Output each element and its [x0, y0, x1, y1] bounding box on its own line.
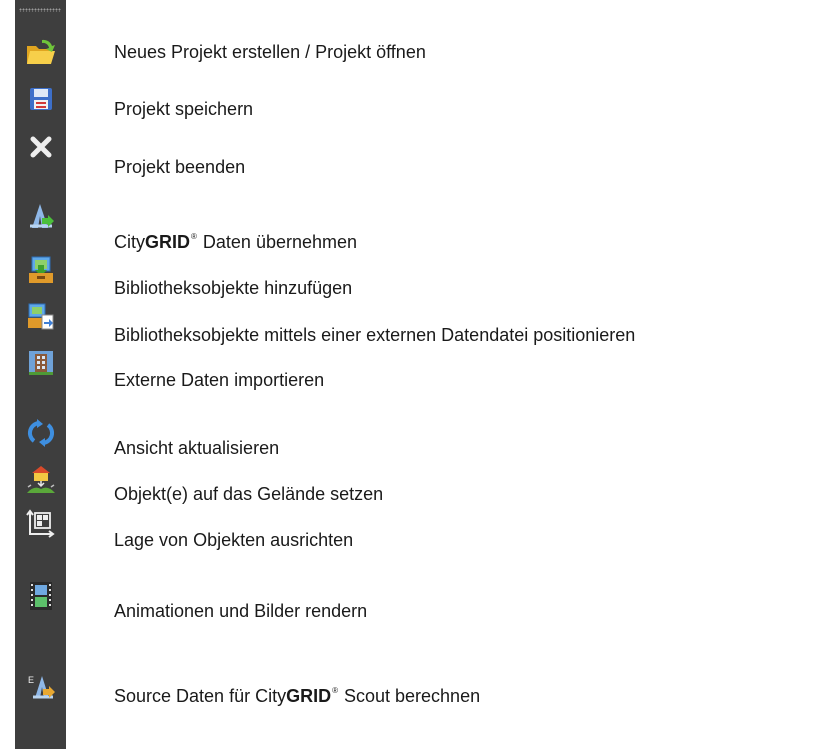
align-objects-label: Lage von Objekten ausrichten [114, 530, 354, 550]
registered-mark: ® [191, 232, 197, 241]
label-suffix: Scout berechnen [338, 686, 481, 706]
citygrid-import-button[interactable] [15, 199, 66, 235]
open-folder-icon [25, 37, 57, 67]
external-data-import-label: Externe Daten importieren [114, 370, 325, 390]
vertical-toolbar: E [15, 0, 66, 749]
svg-text:E: E [28, 675, 34, 685]
render-animation-label: Animationen und Bilder rendern [114, 601, 368, 621]
render-animation-button[interactable] [15, 578, 66, 614]
refresh-view-button[interactable] [15, 415, 66, 451]
library-add-label: Bibliotheksobjekte hinzufügen [114, 278, 353, 298]
open-project-button[interactable] [15, 34, 66, 70]
building-import-icon [26, 348, 56, 378]
scout-export-button[interactable]: E [15, 669, 66, 705]
place-on-terrain-label: Objekt(e) auf das Gelände setzen [114, 484, 384, 504]
open-project-label: Neues Projekt erstellen / Projekt öffnen [114, 42, 426, 62]
close-project-button[interactable] [15, 129, 66, 165]
registered-mark: ® [332, 686, 338, 695]
label-prefix: City [114, 232, 145, 252]
library-position-button[interactable] [15, 299, 66, 335]
place-on-terrain-icon [26, 465, 56, 495]
close-project-label: Projekt beenden [114, 157, 246, 177]
toolbar-grip-handle[interactable] [19, 8, 61, 12]
align-objects-icon [25, 508, 57, 540]
refresh-icon [26, 418, 56, 448]
label-suffix: Daten übernehmen [197, 232, 358, 252]
library-add-icon [26, 255, 56, 285]
library-add-button[interactable] [15, 252, 66, 288]
library-position-icon [26, 302, 56, 332]
align-objects-button[interactable] [15, 506, 66, 542]
refresh-view-label: Ansicht aktualisieren [114, 438, 280, 458]
save-project-label: Projekt speichern [114, 99, 254, 119]
save-project-button[interactable] [15, 81, 66, 117]
brand-name: GRID [286, 686, 332, 706]
label-prefix: Source Daten für City [114, 686, 287, 706]
film-render-icon [28, 581, 54, 611]
save-disk-icon [27, 85, 55, 113]
external-data-import-button[interactable] [15, 345, 66, 381]
citygrid-import-icon [26, 202, 56, 232]
place-on-terrain-button[interactable] [15, 462, 66, 498]
citygrid-import-label: CityGRID® Daten übernehmen [114, 226, 357, 253]
scout-export-icon: E [25, 672, 57, 702]
brand-name: GRID [145, 232, 190, 252]
library-position-label: Bibliotheksobjekte mittels einer externe… [114, 325, 636, 345]
close-x-icon [27, 133, 55, 161]
scout-export-label: Source Daten für CityGRID® Scout berechn… [114, 680, 480, 707]
